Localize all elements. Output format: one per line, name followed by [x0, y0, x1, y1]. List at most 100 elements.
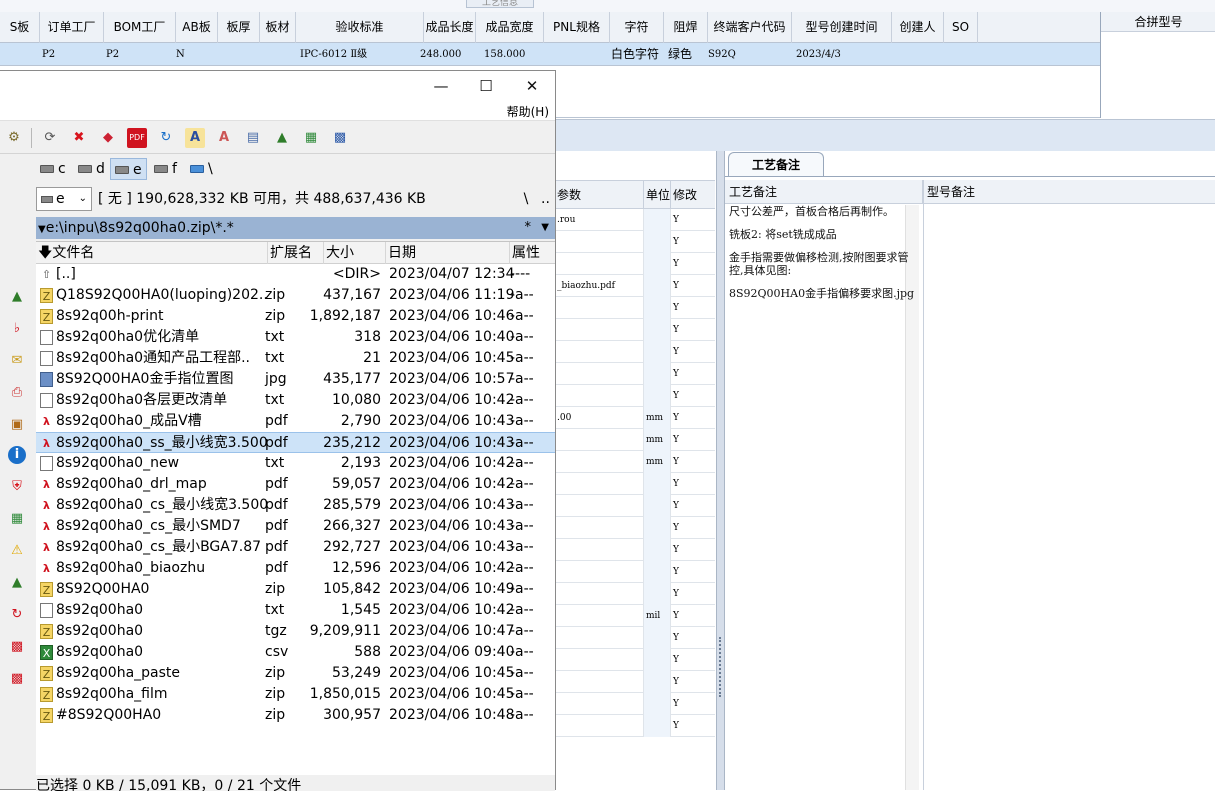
column-header-size[interactable]: 大小 — [324, 242, 386, 264]
shield-icon[interactable]: ⛨ — [8, 478, 26, 496]
param-row[interactable]: Y — [555, 583, 715, 605]
root-button[interactable]: \ — [516, 187, 536, 211]
param-row[interactable]: Y — [555, 319, 715, 341]
erp-column-header[interactable]: AB板 — [176, 12, 218, 43]
param-row[interactable]: Y — [555, 561, 715, 583]
erp-cell[interactable]: 绿色 — [668, 43, 692, 66]
param-row[interactable]: Y — [555, 231, 715, 253]
excel-icon[interactable]: ▦ — [301, 128, 321, 148]
file-row[interactable]: X 8s92q00ha0 csv 588 2023/04/06 09:40 -a-- — [36, 642, 555, 663]
erp-grid-row[interactable]: P2 P2 N IPC-6012 Ⅱ级 248.000 158.000 白色字符 绿色 S92Q… — [0, 43, 1100, 66]
text-a-icon[interactable]: A — [214, 128, 234, 148]
network-icon[interactable]: ▲ — [8, 288, 26, 306]
param-row[interactable]: Y — [555, 473, 715, 495]
erp-cell[interactable]: 158.000 — [484, 43, 525, 66]
drive-d-button[interactable]: d — [74, 158, 109, 180]
settings-icon[interactable]: ⚙ — [4, 128, 24, 148]
param-row[interactable]: Y — [555, 693, 715, 715]
tab-process-notes[interactable]: 工艺备注 — [728, 152, 824, 176]
erp-column-header[interactable]: 终端客户代码 — [708, 12, 792, 43]
file-row[interactable]: λ 8s92q00ha0_cs_最小BGA7.87 pdf 292,727 2023/0… — [36, 537, 555, 558]
erp-cell[interactable]: 白色字符 — [611, 43, 659, 66]
erp-cell[interactable]: IPC-6012 Ⅱ级 — [300, 43, 367, 66]
file-row[interactable]: 8s92q00ha0通知产品工程部.. txt 21 2023/04/06 10:45… — [36, 348, 555, 369]
param-row[interactable]: mm Y — [555, 451, 715, 473]
erp-column-header[interactable]: PNL规格 — [544, 12, 610, 43]
file-row[interactable]: λ 8s92q00ha0_biaozhu pdf 12,596 2023/04/06 1… — [36, 558, 555, 579]
info-icon[interactable]: i — [8, 446, 26, 464]
file-row[interactable]: Z #8S92Q00HA0 zip 300,957 2023/04/06 10:48 -a… — [36, 705, 555, 726]
erp-column-header[interactable]: BOM工厂 — [104, 12, 176, 43]
param-row[interactable]: mm Y — [555, 429, 715, 451]
drive-select[interactable]: e ⌄ — [36, 187, 92, 211]
compare-icon[interactable]: ⟳ — [40, 128, 60, 148]
erp-cell[interactable]: S92Q — [708, 43, 736, 66]
erp-column-header[interactable]: 创建人 — [892, 12, 944, 43]
file-row[interactable]: λ 8s92q00ha0_cs_最小线宽3.500 pdf 285,579 2023/0… — [36, 495, 555, 516]
pdf-icon[interactable]: PDF — [127, 128, 147, 148]
export-icon[interactable]: ▩ — [8, 638, 26, 656]
file-row[interactable]: λ 8s92q00ha0_cs_最小SMD7 pdf 266,327 2023/04/0… — [36, 516, 555, 537]
erp-cell[interactable]: 248.000 — [420, 43, 461, 66]
file-row[interactable]: 8S92Q00HA0金手指位置图 jpg 435,177 2023/04/06 10:… — [36, 369, 555, 390]
param-row[interactable]: Y — [555, 649, 715, 671]
file-row[interactable]: Z 8s92q00ha0 tgz 9,209,911 2023/04/06 10:47-… — [36, 621, 555, 642]
panel-splitter[interactable] — [716, 151, 725, 790]
param-row[interactable]: Y — [555, 495, 715, 517]
param-row[interactable]: Y — [555, 539, 715, 561]
erp-column-header[interactable]: 订单工厂 — [40, 12, 104, 43]
file-row[interactable]: λ 8s92q00ha0_ss_最小线宽3.500 pdf 235,212 2023/0… — [36, 432, 555, 453]
column-header-attr[interactable]: 属性 — [510, 242, 555, 264]
erp-cell[interactable]: P2 — [106, 43, 119, 66]
column-header-ext[interactable]: 扩展名 — [268, 242, 324, 264]
erp-column-header[interactable]: 板材 — [260, 12, 296, 43]
file-row[interactable]: λ 8s92q00ha0_成品V槽 pdf 2,790 2023/04/06 10:43… — [36, 411, 555, 432]
erp-column-header[interactable]: SO — [944, 12, 978, 43]
file-row[interactable]: Z Q18S92Q00HA0(luoping)202.. zip 437,167 202… — [36, 285, 555, 306]
network-icon[interactable]: ▲ — [8, 574, 26, 592]
network-icon[interactable]: ▲ — [272, 128, 292, 148]
file-row[interactable]: 8s92q00ha0_new txt 2,193 2023/04/06 10:42 -a… — [36, 453, 555, 474]
refresh-icon[interactable]: ↻ — [8, 606, 26, 624]
file-row[interactable]: 8s92q00ha0优化清单 txt 318 2023/04/06 10:40 -a-- — [36, 327, 555, 348]
erp-cell[interactable]: 2023/4/3 — [796, 43, 841, 66]
drive-e-button[interactable]: e — [110, 158, 147, 180]
file-row[interactable]: Z 8S92Q00HA0 zip 105,842 2023/04/06 10:49 -a-… — [36, 579, 555, 600]
erp-cell[interactable]: N — [176, 43, 185, 66]
drive-f-button[interactable]: f — [150, 158, 181, 180]
history-dropdown-icon[interactable]: ▼ — [541, 217, 549, 239]
param-row[interactable]: Y — [555, 627, 715, 649]
column-header-name[interactable]: 🡇文件名 — [36, 242, 268, 264]
mail-icon[interactable]: ✉ — [8, 352, 26, 370]
close-button[interactable]: ✕ — [509, 71, 555, 101]
pack-icon[interactable]: ◆ — [98, 128, 118, 148]
refresh-icon[interactable]: ↻ — [156, 128, 176, 148]
erp-column-header[interactable]: S板 — [0, 12, 40, 43]
warning-icon[interactable]: ⚠ — [8, 542, 26, 560]
param-row[interactable]: Y — [555, 715, 715, 737]
file-row[interactable]: λ 8s92q00ha0_drl_map pdf 59,057 2023/04/06 1… — [36, 474, 555, 495]
drive-c-button[interactable]: c — [36, 158, 70, 180]
pdf-icon[interactable]: ♭ — [8, 320, 26, 338]
history-button[interactable]: * — [525, 217, 532, 239]
file-row[interactable]: Z 8s92q00h-print zip 1,892,187 2023/04/06 10… — [36, 306, 555, 327]
window-title-bar[interactable]: — ☐ ✕ — [0, 71, 555, 101]
report-icon[interactable]: ▩ — [8, 670, 26, 688]
file-row[interactable]: Z 8s92q00ha_film zip 1,850,015 2023/04/06 10… — [36, 684, 555, 705]
menu-help[interactable]: 帮助(H) — [507, 103, 549, 120]
file-row[interactable]: ⇧ [..] <DIR> 2023/04/07 12:34 ---- — [36, 264, 555, 285]
parent-dir-button[interactable]: .. — [536, 187, 555, 211]
erp-column-header[interactable]: 验收标准 — [296, 12, 424, 43]
erp-column-header[interactable]: 型号创建时间 — [792, 12, 892, 43]
erp-column-header[interactable]: 板厚 — [218, 12, 260, 43]
erp-column-header[interactable]: 成品长度 — [424, 12, 476, 43]
erp-cell[interactable]: P2 — [42, 43, 55, 66]
word-icon[interactable]: ▩ — [330, 128, 350, 148]
erp-section-tab[interactable]: 工艺信息 — [466, 0, 534, 8]
excel-icon[interactable]: ▦ — [8, 510, 26, 528]
file-row[interactable]: 8s92q00ha0各层更改清单 txt 10,080 2023/04/06 10:4… — [36, 390, 555, 411]
param-row[interactable]: _biaozhu.pdf Y — [555, 275, 715, 297]
erp-column-header[interactable]: 成品宽度 — [476, 12, 544, 43]
network-drive-button[interactable]: \ — [186, 158, 217, 180]
process-notes-text[interactable]: 尺寸公差严，首板合格后再制作。 铣板2: 将set铣成成品 金手指需要做偏移检测… — [729, 205, 919, 310]
